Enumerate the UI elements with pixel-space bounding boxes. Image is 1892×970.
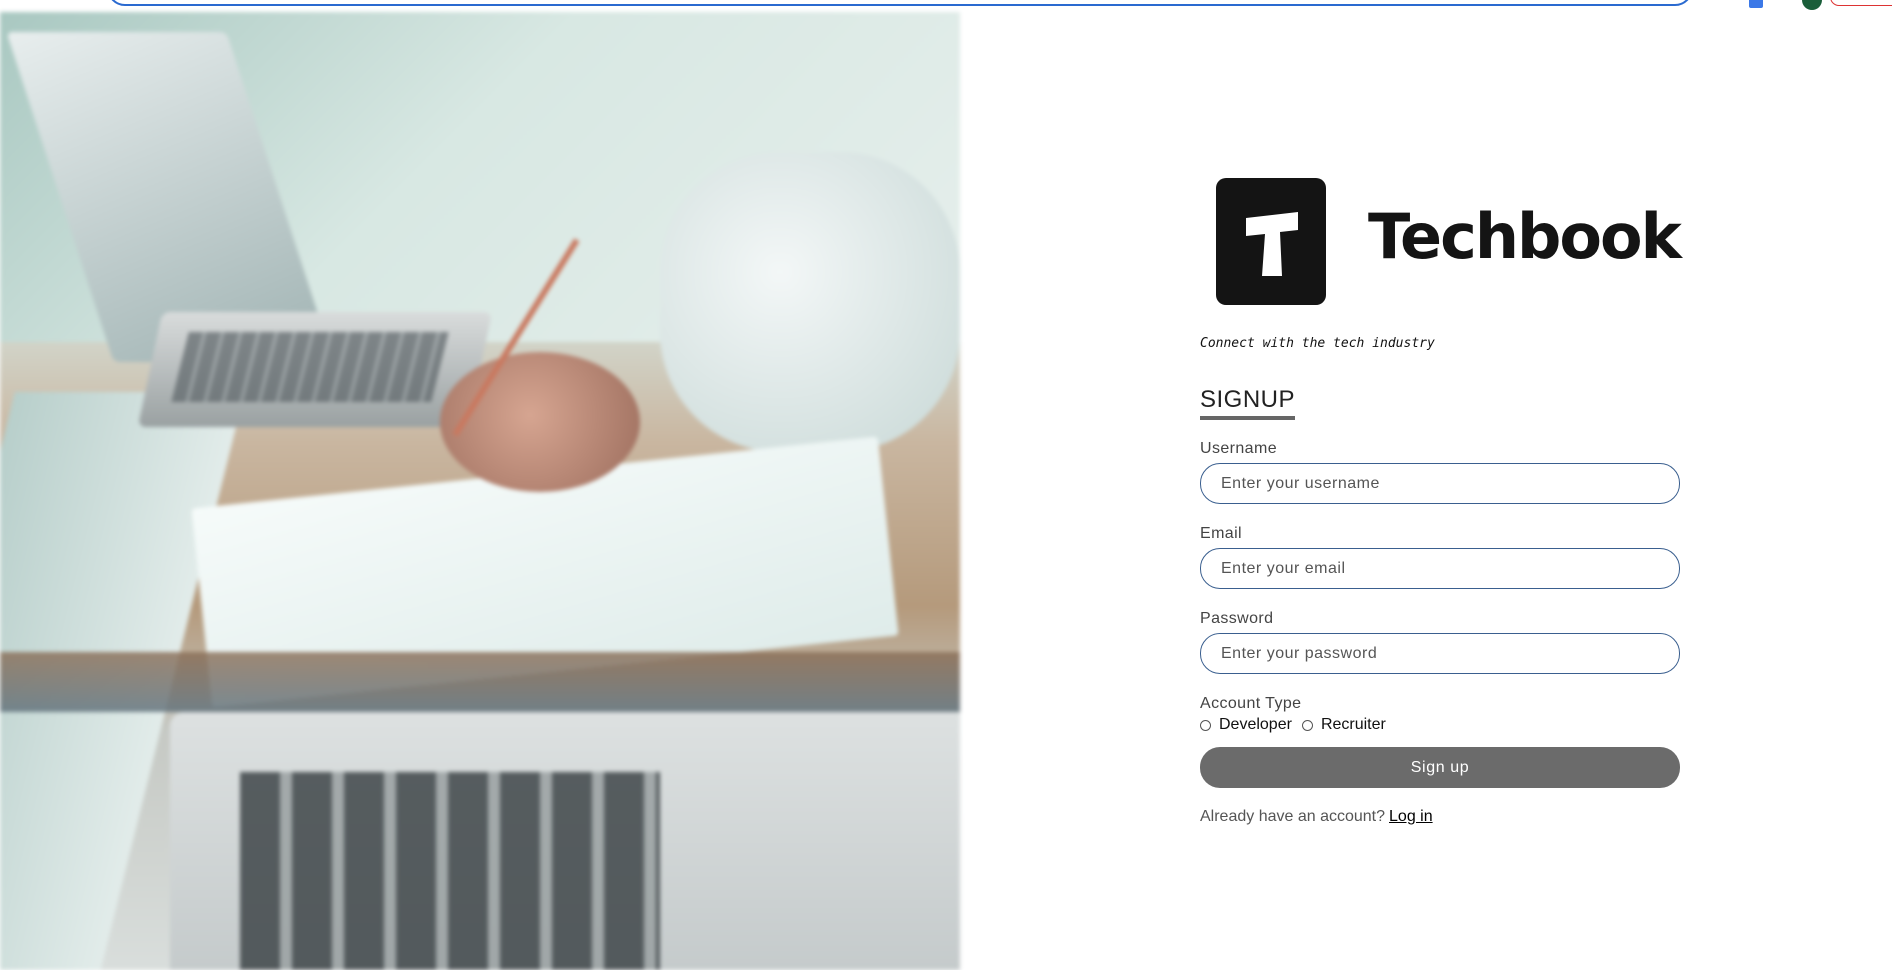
username-label: Username	[1200, 440, 1278, 457]
account-type-recruiter[interactable]: Recruiter	[1301, 716, 1386, 734]
username-input[interactable]	[1200, 463, 1680, 504]
browser-toolbar	[0, 0, 1892, 12]
hero-image	[0, 12, 960, 970]
developer-label[interactable]: Developer	[1219, 716, 1292, 734]
recruiter-label[interactable]: Recruiter	[1321, 716, 1386, 734]
login-prompt: Already have an account? Log in	[1200, 808, 1433, 826]
brand-tagline: Connect with the tech industry	[1200, 336, 1435, 351]
recruiter-radio[interactable]	[1301, 719, 1313, 731]
brand-logo: Techbook	[1216, 176, 1682, 306]
login-link[interactable]: Log in	[1389, 808, 1433, 825]
password-input[interactable]	[1200, 633, 1680, 674]
brand-name: Techbook	[1368, 200, 1682, 273]
logo-t-icon	[1246, 212, 1298, 276]
email-input[interactable]	[1200, 548, 1680, 589]
extension-icon[interactable]	[1749, 0, 1763, 8]
address-bar[interactable]	[107, 0, 1693, 6]
password-label: Password	[1200, 610, 1274, 627]
account-type-developer[interactable]: Developer	[1200, 716, 1292, 734]
developer-radio[interactable]	[1200, 719, 1211, 731]
account-type-group: Developer Recruiter	[1200, 716, 1396, 734]
account-type-label: Account Type	[1200, 695, 1302, 712]
email-label: Email	[1200, 525, 1243, 542]
browser-update-button[interactable]	[1830, 0, 1892, 6]
login-prompt-text: Already have an account?	[1200, 808, 1386, 825]
form-heading: SIGNUP	[1200, 386, 1296, 420]
signup-button[interactable]: Sign up	[1200, 747, 1680, 788]
profile-avatar[interactable]	[1802, 0, 1822, 10]
logo-badge	[1216, 178, 1326, 305]
